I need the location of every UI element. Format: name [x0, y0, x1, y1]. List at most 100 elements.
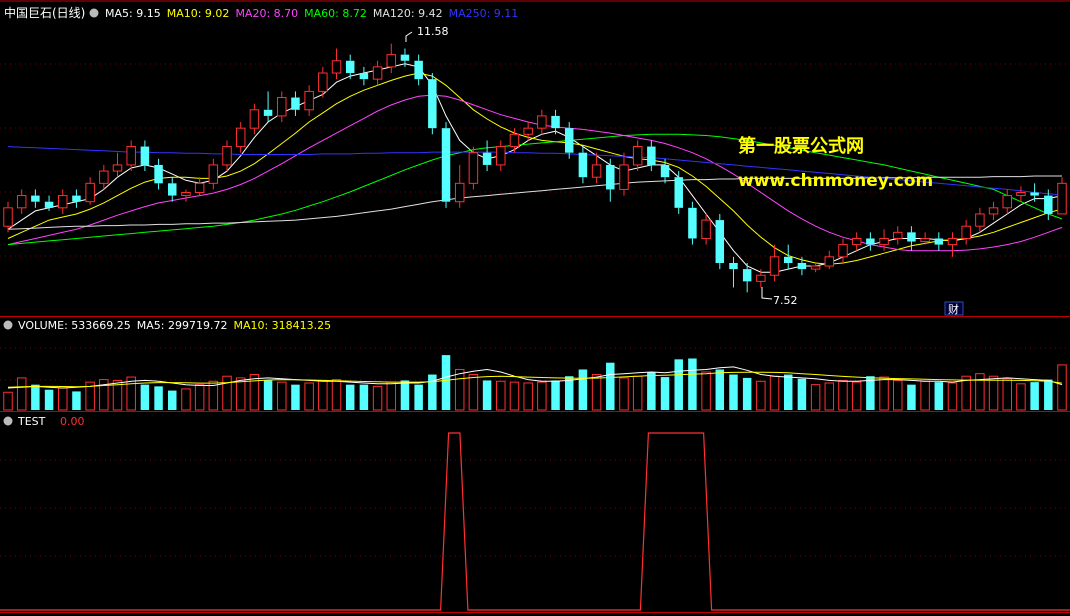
candle[interactable] — [112, 152, 123, 178]
candle[interactable] — [769, 244, 780, 282]
volume-bar — [769, 375, 780, 411]
candle[interactable] — [85, 177, 95, 205]
candle-body — [838, 244, 848, 258]
volume-bar — [907, 384, 916, 410]
test-settings-dot-icon[interactable] — [3, 416, 13, 426]
candle[interactable] — [619, 152, 629, 196]
candle[interactable] — [386, 43, 397, 74]
volume-bar — [140, 384, 150, 410]
candle[interactable] — [866, 232, 875, 251]
candle[interactable] — [263, 91, 273, 123]
candle[interactable] — [647, 140, 656, 172]
candle[interactable] — [934, 232, 944, 251]
stock-chart-canvas[interactable]: 11.58 7.52 财 第一股票公式网 www.chnmoney.com 中国… — [0, 0, 1070, 616]
candle[interactable] — [291, 91, 300, 116]
main-grid — [0, 63, 1070, 257]
candle[interactable] — [482, 140, 492, 172]
candle[interactable] — [632, 140, 643, 172]
candle[interactable] — [851, 232, 862, 251]
volume-bar — [619, 377, 629, 411]
candle[interactable] — [988, 201, 999, 221]
candle[interactable] — [222, 140, 232, 172]
candle[interactable] — [154, 158, 163, 190]
candle[interactable] — [99, 164, 109, 190]
candle[interactable] — [58, 189, 68, 214]
volume-settings-dot-icon[interactable] — [3, 320, 13, 330]
candle[interactable] — [496, 140, 506, 172]
candle-body — [277, 97, 287, 117]
volume-bar — [44, 389, 54, 410]
candle[interactable] — [797, 256, 807, 276]
settings-dot-icon[interactable] — [89, 8, 99, 18]
candle-body — [235, 127, 246, 148]
candle[interactable] — [304, 85, 314, 116]
candle[interactable] — [428, 73, 437, 135]
candle[interactable] — [606, 158, 615, 202]
candle[interactable] — [441, 122, 451, 208]
candle-body — [414, 60, 423, 80]
candle[interactable] — [674, 171, 683, 214]
candle[interactable] — [181, 189, 191, 202]
candle[interactable] — [126, 140, 136, 172]
candle[interactable] — [961, 220, 971, 245]
candle[interactable] — [715, 213, 725, 270]
candle-body — [468, 152, 479, 184]
candle[interactable] — [975, 207, 985, 233]
candle[interactable] — [468, 146, 479, 190]
candle[interactable] — [277, 91, 287, 123]
candle[interactable] — [551, 109, 560, 135]
candle[interactable] — [72, 189, 81, 208]
candle[interactable] — [249, 103, 260, 135]
candle[interactable] — [31, 189, 40, 208]
candle[interactable] — [454, 164, 465, 208]
candle-body — [866, 238, 875, 245]
candle[interactable] — [168, 177, 177, 202]
candle-body — [400, 54, 410, 61]
candle[interactable] — [947, 232, 958, 257]
candle[interactable] — [578, 146, 588, 184]
watermark-title: 第一股票公式网 — [738, 135, 864, 157]
candle-body — [591, 164, 602, 178]
candle[interactable] — [16, 189, 27, 214]
candle[interactable] — [824, 250, 835, 270]
stock-title[interactable]: 中国巨石(日线) — [4, 5, 85, 20]
candle-body — [920, 237, 930, 243]
candle-body — [3, 207, 13, 227]
volume-bar — [756, 380, 766, 411]
volume-bar — [386, 381, 397, 411]
candle[interactable] — [331, 48, 342, 80]
candle[interactable] — [537, 109, 547, 135]
candle[interactable] — [660, 158, 670, 184]
candle[interactable] — [1057, 177, 1067, 215]
volume-bar — [879, 376, 889, 411]
candle[interactable] — [318, 66, 328, 98]
candle[interactable] — [729, 256, 738, 288]
candle[interactable] — [838, 238, 848, 263]
candle[interactable] — [208, 158, 219, 190]
candle[interactable] — [783, 244, 793, 270]
candle-body — [606, 164, 615, 190]
volume-bar — [591, 374, 602, 411]
candle[interactable] — [235, 122, 246, 153]
candle[interactable] — [892, 226, 903, 245]
candle-body — [1030, 192, 1039, 196]
candle[interactable] — [359, 66, 369, 86]
candle-body — [372, 66, 383, 80]
volume-bar — [58, 387, 68, 411]
candle[interactable] — [1002, 189, 1012, 214]
candle-body — [701, 219, 711, 239]
volume-bar — [331, 379, 342, 411]
candle[interactable] — [810, 262, 821, 273]
volume-bar — [824, 382, 835, 411]
volume-bar — [606, 362, 615, 410]
candle[interactable] — [194, 177, 205, 196]
candle-body — [291, 97, 300, 110]
candle-body — [168, 183, 177, 196]
finance-badge[interactable]: 财 — [944, 301, 964, 316]
candle[interactable] — [688, 201, 697, 245]
candle[interactable] — [140, 140, 150, 172]
candle[interactable] — [1016, 186, 1026, 202]
candle-body — [824, 256, 835, 267]
candle[interactable] — [414, 54, 423, 86]
high-price-annotation: 11.58 — [405, 25, 449, 42]
